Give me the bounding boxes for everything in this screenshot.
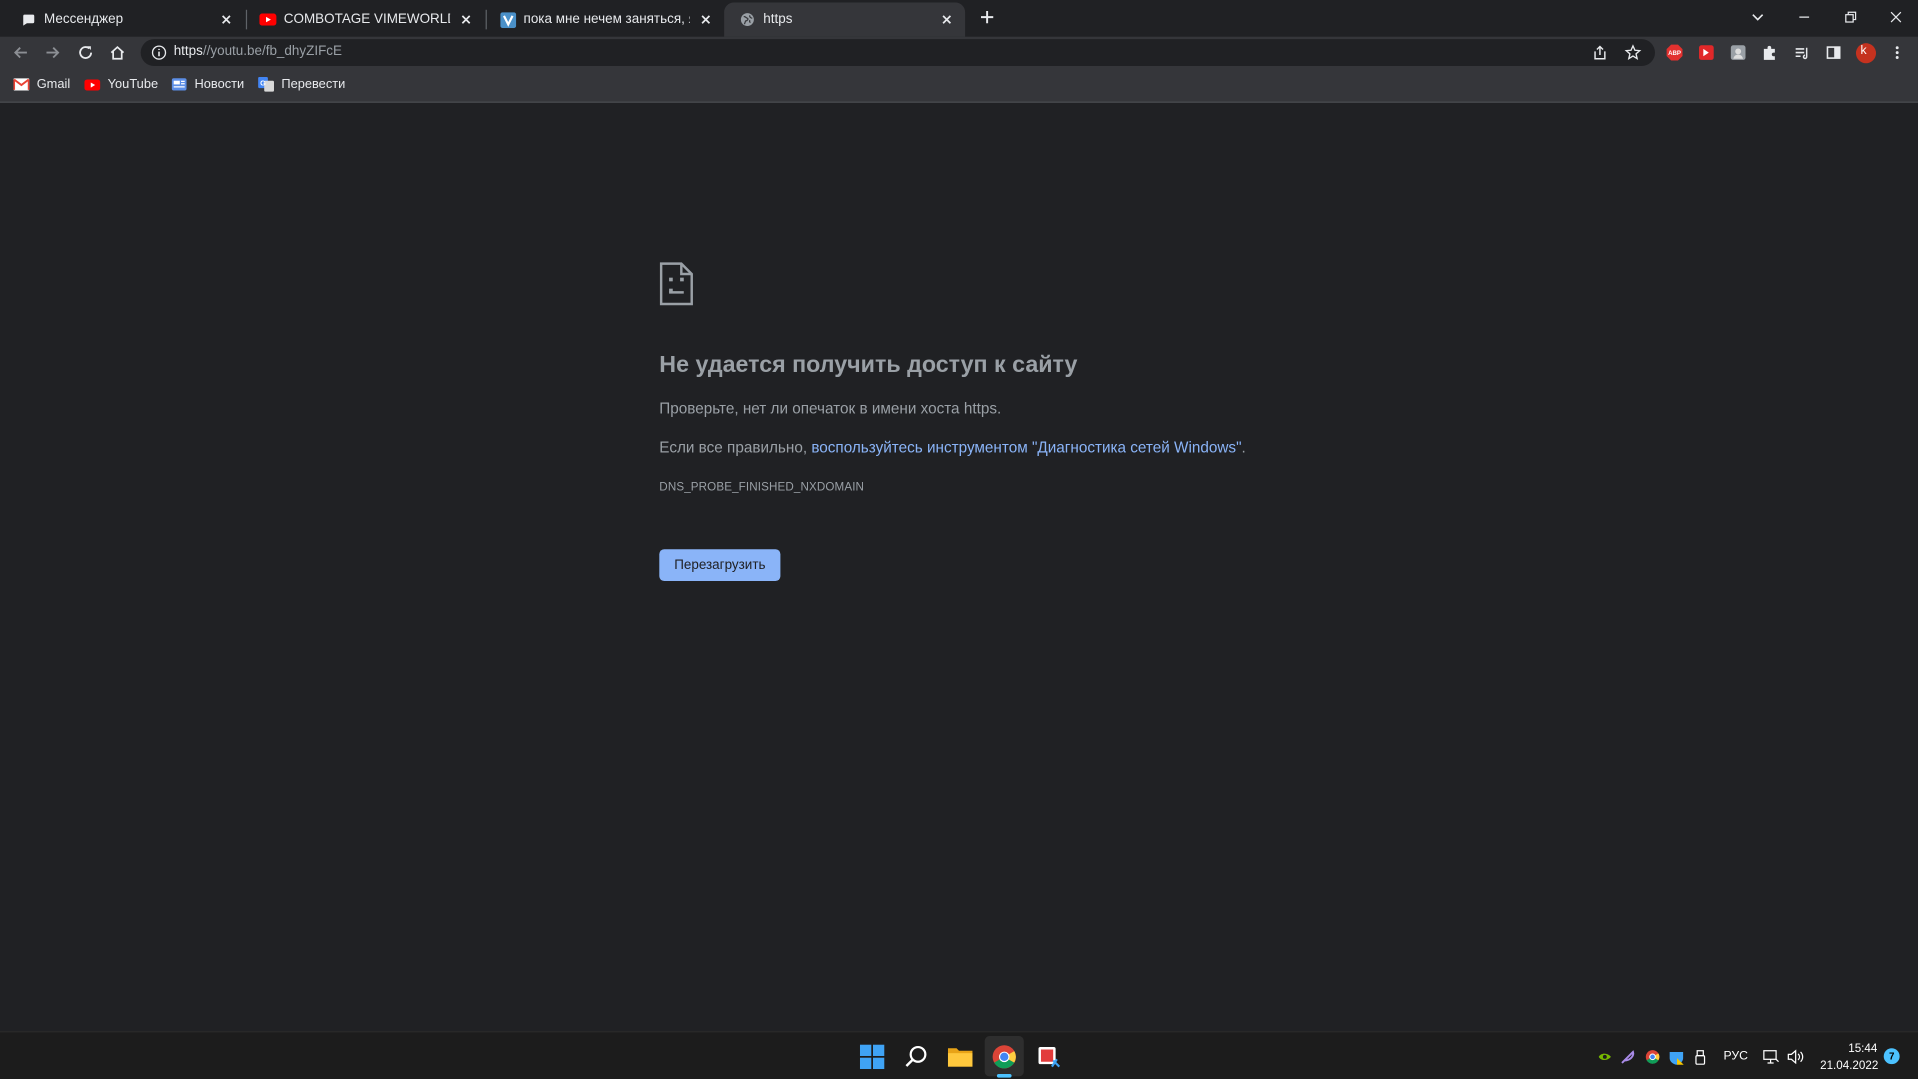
tab-strip: Мессенджер COMBOTAGE VIMEWORLD | RAP пок…	[0, 0, 1918, 37]
snipping-tool-icon[interactable]	[1034, 1042, 1063, 1071]
close-tab-icon[interactable]	[697, 11, 714, 28]
close-tab-icon[interactable]	[218, 11, 235, 28]
gray-extension-icon[interactable]	[1727, 42, 1749, 64]
address-bar[interactable]: https//youtu.be/fb_dhyZIFcE	[140, 39, 1655, 67]
feather-tray-icon[interactable]	[1620, 1048, 1637, 1065]
bookmark-label: Перевести	[281, 77, 346, 92]
chevron-down-icon	[1752, 14, 1764, 21]
svg-text:ABP: ABP	[1668, 50, 1681, 57]
chrome-icon[interactable]	[990, 1042, 1019, 1071]
clock-time[interactable]: 15:44	[1848, 1042, 1877, 1055]
close-tab-icon[interactable]	[457, 11, 474, 28]
file-explorer-icon[interactable]	[946, 1042, 975, 1071]
news-icon	[171, 77, 187, 92]
reload-toolbar-button[interactable]	[75, 42, 97, 64]
puzzle-icon[interactable]	[1759, 42, 1781, 64]
tab-blog[interactable]: пока мне нечем заняться, я буду	[484, 2, 724, 36]
share-icon[interactable]	[1591, 44, 1608, 61]
restore-button[interactable]	[1842, 9, 1859, 26]
home-button[interactable]	[106, 42, 128, 64]
chrome-tray-icon[interactable]	[1644, 1048, 1661, 1065]
messenger-icon	[20, 11, 37, 28]
url-text: https//youtu.be/fb_dhyZIFcE	[174, 44, 342, 59]
arrow-left-icon	[13, 47, 27, 59]
tab-title: https	[763, 12, 793, 27]
nvidia-tray-icon[interactable]	[1596, 1048, 1613, 1065]
red-extension-icon[interactable]	[1695, 42, 1717, 64]
error-code: DNS_PROBE_FINISHED_NXDOMAIN	[659, 480, 865, 495]
notification-badge[interactable]: 7	[1883, 1048, 1900, 1065]
youtube-icon	[259, 11, 277, 28]
defender-tray-icon[interactable]	[1667, 1048, 1684, 1065]
new-tab-button[interactable]	[977, 7, 997, 27]
bookmark-star-icon[interactable]	[1624, 44, 1642, 61]
active-app-indicator	[996, 1073, 1012, 1078]
bookmark-youtube[interactable]: YouTube	[84, 76, 158, 93]
gmail-icon	[13, 77, 30, 92]
usb-tray-icon[interactable]	[1692, 1048, 1709, 1065]
close-icon	[1890, 11, 1902, 23]
close-window-button[interactable]	[1887, 9, 1904, 26]
clock-date[interactable]: 21.04.2022	[1820, 1059, 1878, 1072]
close-tab-icon[interactable]	[938, 11, 955, 28]
windows-start-icon[interactable]	[857, 1042, 886, 1071]
info-icon[interactable]	[150, 44, 167, 61]
sad-page-icon	[659, 262, 693, 306]
suggestion-prefix: Если все правильно,	[659, 439, 812, 457]
tab-youtube[interactable]: COMBOTAGE VIMEWORLD | RAP	[245, 2, 485, 36]
bookmark-label: Новости	[194, 77, 245, 92]
restore-icon	[1845, 11, 1857, 23]
reload-icon	[79, 46, 93, 59]
plus-icon	[981, 11, 994, 24]
side-panel-icon[interactable]	[1823, 42, 1845, 64]
arrow-right-icon	[46, 47, 60, 59]
youtube-icon	[84, 77, 101, 92]
tumblr-ish-icon	[499, 11, 516, 28]
tab-search-button[interactable]	[1749, 9, 1766, 26]
tab-active-https[interactable]: https	[724, 2, 966, 37]
profile-initial: k	[1860, 44, 1867, 58]
reload-button[interactable]: Перезагрузить	[659, 549, 781, 582]
error-suggestion: Если все правильно, воспользуйтесь инстр…	[659, 439, 1245, 456]
url-scheme: https	[173, 44, 203, 59]
volume-tray-icon[interactable]	[1787, 1048, 1804, 1065]
network-tray-icon[interactable]	[1763, 1048, 1780, 1065]
search-icon[interactable]	[901, 1042, 930, 1071]
adblock-icon[interactable]: ABP	[1664, 42, 1686, 64]
bookmark-label: Gmail	[36, 77, 71, 92]
globe-icon	[739, 11, 756, 28]
error-hint: Проверьте, нет ли опечаток в имени хоста…	[659, 399, 1002, 418]
tab-title: COMBOTAGE VIMEWORLD | RAP	[283, 12, 451, 27]
translate-icon: G	[258, 77, 274, 92]
browser-menu-button[interactable]	[1886, 42, 1908, 64]
kebab-menu-icon	[1895, 46, 1899, 59]
svg-text:G: G	[260, 79, 266, 88]
url-rest: //youtu.be/fb_dhyZIFcE	[202, 44, 342, 59]
tab-title: Мессенджер	[44, 12, 124, 27]
network-diagnostics-link[interactable]: воспользуйтесь инструментом "Диагностика…	[811, 439, 1241, 456]
input-language[interactable]: РУС	[1723, 1050, 1748, 1063]
browser-toolbar: https//youtu.be/fb_dhyZIFcE ABP k	[0, 36, 1918, 69]
suggestion-suffix: .	[1241, 439, 1246, 457]
profile-avatar[interactable]: k	[1854, 42, 1876, 64]
bookmark-translate[interactable]: G Перевести	[258, 76, 345, 93]
windows-taskbar: РУС 15:44 21.04.2022 7	[0, 1031, 1918, 1079]
bookmarks-bar: Gmail YouTube Новости G Перевести	[0, 68, 1918, 103]
forward-button[interactable]	[42, 42, 64, 64]
bookmark-label: YouTube	[107, 77, 159, 92]
minimize-icon	[1799, 16, 1810, 18]
home-icon	[110, 45, 125, 60]
bookmark-gmail[interactable]: Gmail	[13, 76, 70, 93]
reading-list-icon[interactable]	[1791, 42, 1813, 64]
back-button[interactable]	[10, 42, 32, 64]
minimize-button[interactable]	[1796, 9, 1813, 26]
bookmark-news[interactable]: Новости	[171, 76, 244, 93]
tab-title: пока мне нечем заняться, я буду	[523, 12, 690, 27]
tab-messenger[interactable]: Мессенджер	[5, 2, 245, 36]
error-title: Не удается получить доступ к сайту	[659, 352, 1078, 378]
